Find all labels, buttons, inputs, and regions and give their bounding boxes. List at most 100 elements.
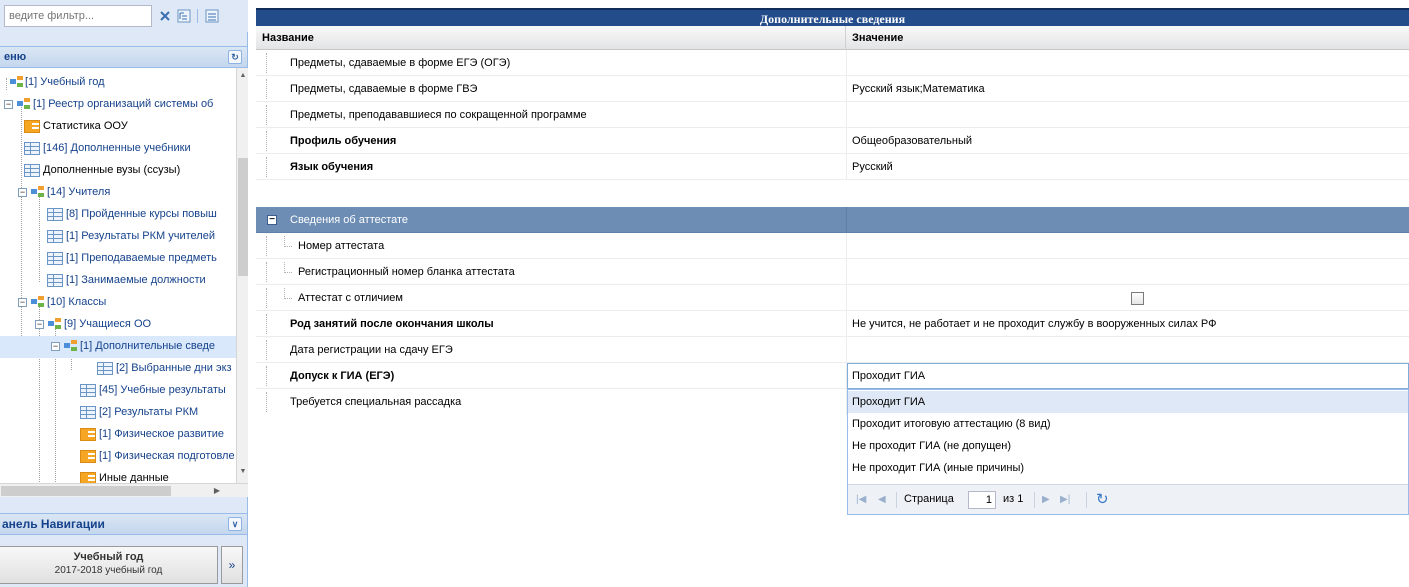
grid-caption: Дополнительные сведения (256, 8, 1409, 26)
grid-row[interactable]: Номер аттестата (256, 233, 1409, 259)
grid-row[interactable]: Предметы, преподававшиеся по сокращенной… (256, 102, 1409, 128)
last-page-icon[interactable]: ▶| (1060, 494, 1070, 505)
grid-row[interactable]: Профиль обучения Общеобразовательный (256, 128, 1409, 154)
structure-icon (17, 98, 31, 110)
dropdown-option[interactable]: Проходит ГИА (848, 391, 1408, 413)
school-year-title: Учебный год (73, 551, 144, 563)
tree-node-school-year[interactable]: [1] Учебный год (0, 72, 236, 94)
tree-node-edu-results[interactable]: [45] Учебные результаты (0, 380, 236, 402)
collapse-icon[interactable]: − (18, 298, 27, 307)
tree-node-physical-dev[interactable]: [1] Физическое развитие (0, 424, 236, 446)
tree-node-students[interactable]: − [9] Учащиеся ОО (0, 314, 236, 336)
tree-node-exam-days[interactable]: [2] Выбранные дни экз (0, 358, 236, 380)
scroll-up-icon[interactable]: ▲ (237, 70, 249, 82)
collapse-icon[interactable]: − (51, 342, 60, 351)
grid-icon (80, 384, 96, 397)
gia-admission-dropdown: Проходит ГИА Проходит итоговую аттестаци… (847, 389, 1409, 515)
grid-icon (97, 362, 113, 375)
tree-node-subjects[interactable]: [1] Преподаваемые предметь (0, 248, 236, 270)
column-value-header[interactable]: Значение (847, 26, 1407, 50)
first-page-icon[interactable]: |◀ (856, 494, 866, 505)
collapse-panel-icon[interactable]: ∨ (228, 517, 242, 531)
collapse-group-icon[interactable]: − (267, 215, 277, 225)
structure-icon (64, 340, 78, 352)
tree-node-textbooks[interactable]: [146] Дополненные учебники (0, 138, 236, 160)
dropdown-option[interactable]: Не проходит ГИА (иные причины) (848, 457, 1408, 479)
scroll-down-icon[interactable]: ▼ (237, 466, 249, 478)
tree-node-rkm-results[interactable]: [2] Результаты РКМ (0, 402, 236, 424)
tree-node-universities[interactable]: Дополненные вузы (ссузы) (0, 160, 236, 182)
table-icon (24, 120, 40, 133)
nav-more-button[interactable]: » (221, 546, 243, 584)
school-year-value: 2017-2018 учебный год (54, 565, 163, 576)
scroll-right-icon[interactable]: ▶ (214, 484, 220, 498)
collapse-icon[interactable]: − (4, 100, 13, 109)
gia-admission-combo[interactable]: Проходит ГИА (847, 363, 1409, 389)
tree-node-physical-prep[interactable]: [1] Физическая подготовле (0, 446, 236, 468)
left-panel: еню ↻ [1] Учебный год − [1] Реестр орган… (0, 0, 248, 587)
filter-toolbar (0, 0, 248, 32)
navigation-tree: [1] Учебный год − [1] Реестр организаций… (0, 68, 236, 483)
refresh-icon[interactable]: ↻ (1096, 490, 1109, 508)
page-number-input[interactable] (968, 491, 996, 509)
clear-filter-icon[interactable] (156, 7, 174, 25)
scroll-thumb[interactable] (1, 486, 171, 496)
refresh-menu-icon[interactable]: ↻ (228, 50, 242, 64)
tree-node-rkm-teachers[interactable]: [1] Результаты РКМ учителей (0, 226, 236, 248)
page-total: из 1 (1003, 493, 1024, 505)
filter-input[interactable] (4, 5, 152, 27)
collapse-icon[interactable]: − (18, 188, 27, 197)
grid-row[interactable]: Аттестат с отличием (256, 285, 1409, 311)
grid-group-row-certificate[interactable]: − Сведения об аттестате (256, 207, 1409, 233)
structure-icon (31, 186, 45, 198)
grid-row[interactable]: Дата регистрации на сдачу ЕГЭ (256, 337, 1409, 363)
grid-icon (24, 164, 40, 177)
tree-node-classes[interactable]: − [10] Классы (0, 292, 236, 314)
tree-node-positions[interactable]: [1] Занимаемые должности (0, 270, 236, 292)
dropdown-pager: |◀ ◀ Страница из 1 ▶ ▶| ↻ (848, 484, 1408, 514)
honors-certificate-checkbox[interactable] (1131, 292, 1144, 305)
collapse-icon[interactable]: − (35, 320, 44, 329)
grid-icon (47, 208, 63, 221)
list-view-icon[interactable] (203, 7, 221, 25)
tree-node-additional-info[interactable]: − [1] Дополнительные сведе (0, 336, 236, 358)
navigation-panel-title: анель Навигации (2, 517, 105, 531)
grid-icon (24, 142, 40, 155)
grid-row[interactable]: Язык обучения Русский (256, 154, 1409, 180)
tree-vertical-scrollbar[interactable]: ▲ ▼ (236, 68, 248, 483)
grid-icon (47, 230, 63, 243)
prev-page-icon[interactable]: ◀ (878, 494, 886, 505)
table-icon (80, 450, 96, 463)
scroll-thumb[interactable] (238, 158, 248, 276)
next-page-icon[interactable]: ▶ (1042, 494, 1050, 505)
tree-node-org-registry[interactable]: − [1] Реестр организаций системы об (0, 94, 236, 116)
grid-icon (47, 252, 63, 265)
grid-column-header: Название Значение (256, 26, 1409, 50)
table-icon (80, 472, 96, 483)
structure-icon (31, 296, 45, 308)
tree-node-other-data[interactable]: Иные данные (0, 468, 236, 483)
dropdown-option[interactable]: Проходит итоговую аттестацию (8 вид) (848, 413, 1408, 435)
tree-node-courses[interactable]: [8] Пройденные курсы повыш (0, 204, 236, 226)
menu-panel-header: еню ↻ (0, 46, 248, 68)
menu-panel-title: еню (4, 51, 27, 63)
grid-row[interactable]: Предметы, сдаваемые в форме ГВЭ Русский … (256, 76, 1409, 102)
page-label: Страница (904, 493, 954, 505)
grid-row[interactable]: Род занятий после окончания школы Не учи… (256, 311, 1409, 337)
navigation-panel-header: анель Навигации ∨ (0, 513, 248, 535)
property-grid-panel: Дополнительные сведения Название Значени… (256, 0, 1409, 587)
grid-icon (80, 406, 96, 419)
structure-icon (48, 318, 62, 330)
tree-node-statistics[interactable]: Статистика ООУ (0, 116, 236, 138)
tree-horizontal-scrollbar[interactable]: ▶ (0, 483, 248, 497)
column-name-header[interactable]: Название (256, 26, 846, 50)
grid-row[interactable]: Предметы, сдаваемые в форме ЕГЭ (ОГЭ) (256, 50, 1409, 76)
structure-icon (10, 76, 24, 88)
table-icon (80, 428, 96, 441)
school-year-card[interactable]: Учебный год 2017-2018 учебный год (0, 546, 218, 584)
dropdown-option[interactable]: Не проходит ГИА (не допущен) (848, 435, 1408, 457)
tree-view-icon[interactable] (175, 7, 193, 25)
tree-node-teachers[interactable]: − [14] Учителя (0, 182, 236, 204)
grid-row[interactable]: Регистрационный номер бланка аттестата (256, 259, 1409, 285)
grid-icon (47, 274, 63, 287)
